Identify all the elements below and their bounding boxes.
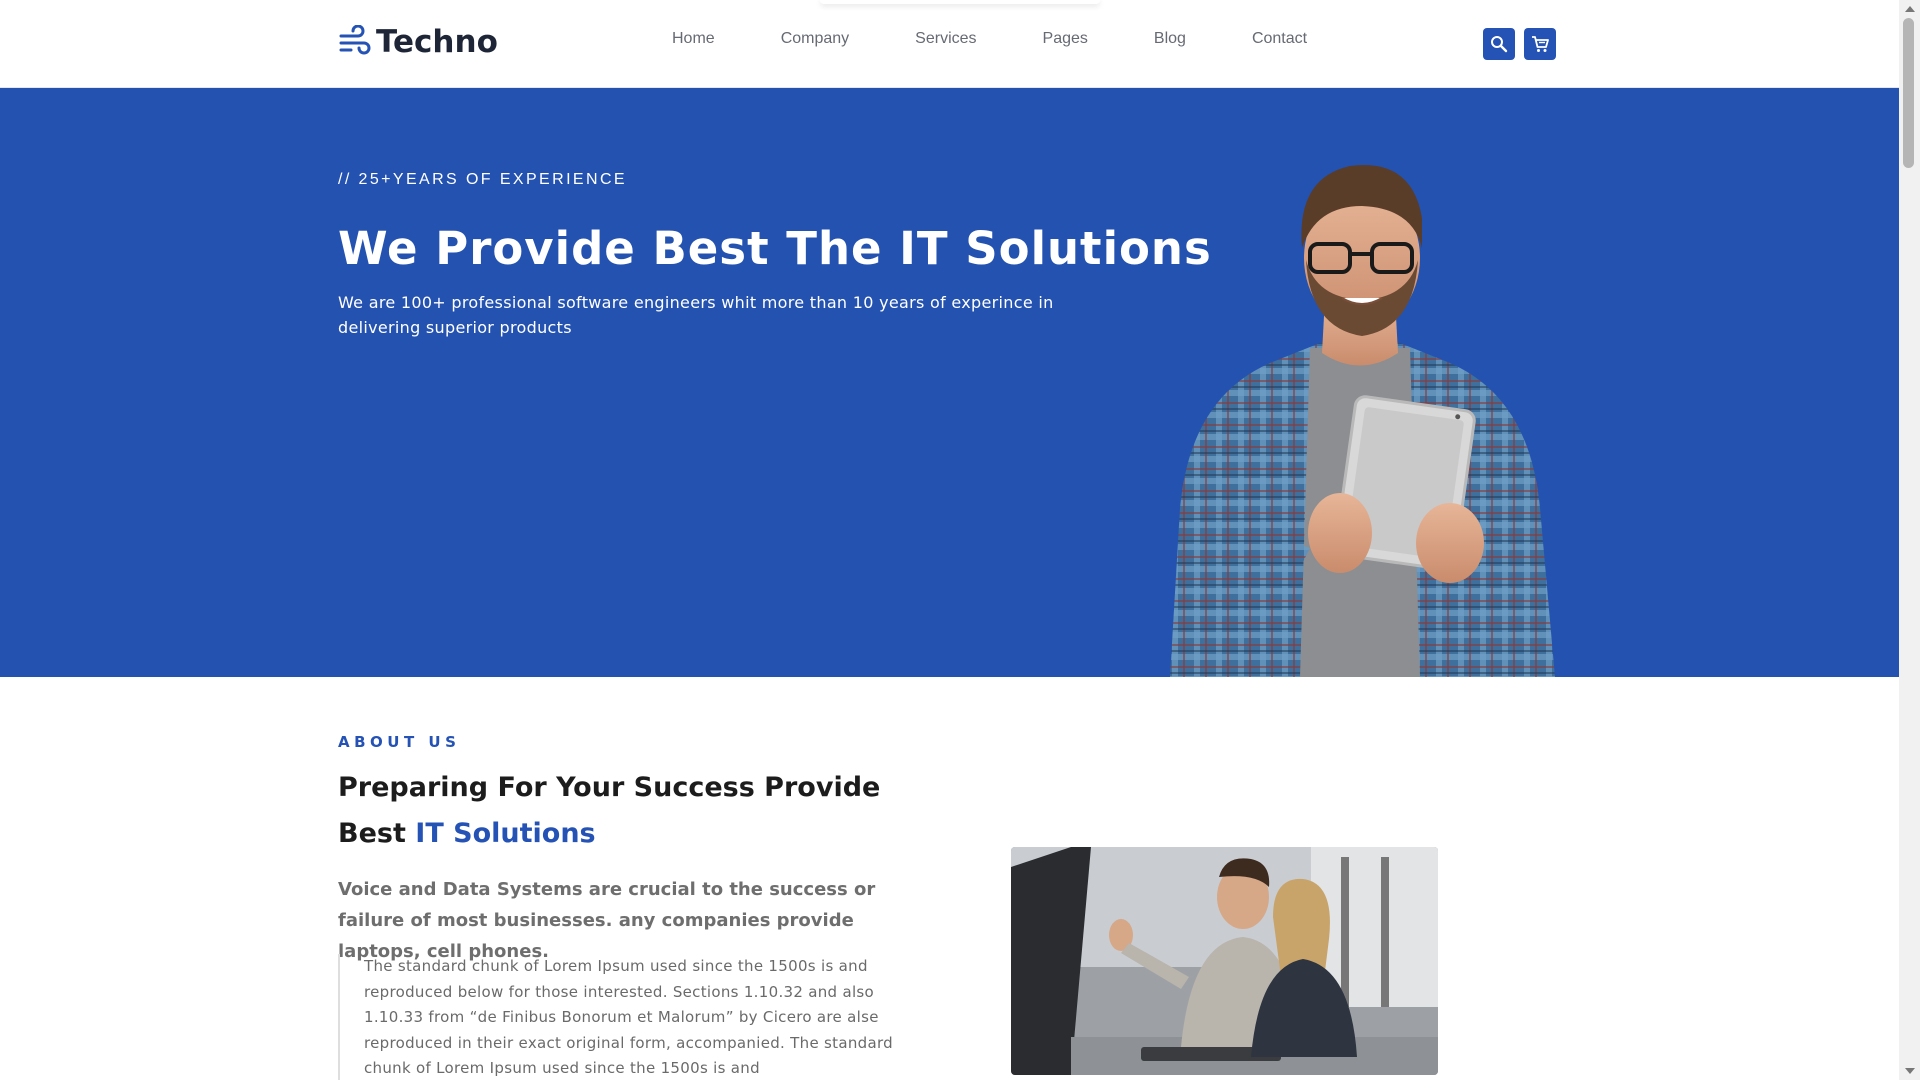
about-title: Preparing For Your Success Provide Best … [338,765,898,857]
about-eyebrow: ABOUT US [338,733,461,751]
cart-button[interactable] [1524,28,1556,60]
scroll-down-arrow-icon[interactable] [1905,1068,1915,1074]
nav-item-services[interactable]: Services [915,30,976,48]
scroll-up-arrow-icon[interactable] [1905,6,1915,12]
about-team-photo [1011,847,1438,1075]
header-dropdown-shadow [820,0,1100,4]
hero-eyebrow: // 25+YEARS OF EXPERIENCE [338,171,627,188]
search-button[interactable] [1483,28,1515,60]
hero-title: We Provide Best The IT Solutions [338,222,1212,275]
page-scrollbar[interactable] [1899,0,1920,1080]
site-header: Techno Home Company Services Pages Blog … [0,0,1899,88]
nav-item-contact[interactable]: Contact [1252,30,1307,48]
office-photo-image [1011,847,1438,1075]
nav-item-home[interactable]: Home [672,30,715,48]
nav-item-pages[interactable]: Pages [1043,30,1088,48]
hero-section: // 25+YEARS OF EXPERIENCE We Provide Bes… [0,88,1899,677]
wind-logo-icon [339,25,371,55]
search-icon [1491,36,1508,53]
main-nav: Home Company Services Pages Blog Contact [672,30,1307,48]
cart-icon [1532,36,1549,52]
nav-item-blog[interactable]: Blog [1154,30,1186,48]
about-title-accent: IT Solutions [415,818,596,849]
about-quote: The standard chunk of Lorem Ipsum used s… [338,954,898,1080]
scrollbar-thumb[interactable] [1903,18,1914,168]
hero-person-image [1170,165,1555,677]
hero-subtitle: We are 100+ professional software engine… [338,293,1054,337]
site-logo[interactable]: Techno [338,24,498,60]
nav-item-company[interactable]: Company [781,30,849,48]
brand-name: Techno [376,24,498,60]
